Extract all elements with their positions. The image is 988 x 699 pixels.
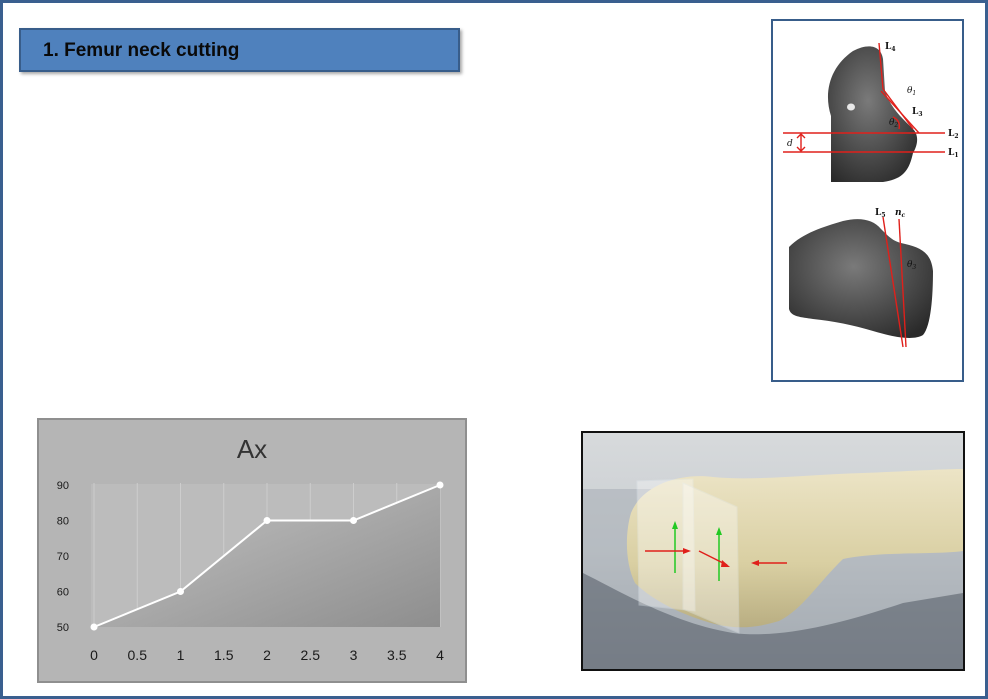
x-tick-label: 4 (436, 647, 444, 663)
label-nc: nc (895, 208, 906, 219)
slide-title: 1. Femur neck cutting (43, 40, 240, 61)
x-tick-label: 0 (90, 647, 98, 663)
label-L2: L2 (948, 129, 959, 140)
x-tick-label: 1.5 (214, 647, 234, 663)
femur-side-view (789, 219, 933, 338)
slide: 1. Femur neck cutting L4 θ1 L3 θ2 L2 d L… (0, 0, 988, 699)
label-theta1: θ1 (907, 86, 916, 97)
x-tick-label: 2.5 (301, 647, 321, 663)
data-point (350, 517, 357, 524)
femur-figure-panel: L4 θ1 L3 θ2 L2 d L1 L5 nc θ3 (771, 19, 964, 382)
femur-hole (847, 103, 855, 111)
label-L5: L5 (875, 208, 886, 219)
y-tick-label: 90 (57, 480, 69, 492)
label-d: d (787, 139, 793, 149)
x-tick-label: 1 (177, 647, 185, 663)
data-point (436, 481, 444, 489)
bone-cut-render (583, 433, 963, 669)
title-bar: 1. Femur neck cutting (19, 28, 460, 72)
data-point (177, 588, 184, 595)
y-tick-label: 60 (57, 587, 69, 599)
label-L4: L4 (885, 42, 896, 53)
data-point (263, 517, 271, 524)
x-tick-label: 3.5 (387, 647, 407, 663)
label-L1: L1 (948, 148, 959, 159)
y-tick-label: 80 (57, 516, 69, 528)
femur-top-view (827, 46, 918, 182)
chart-panel: 0 0.5 1 1.5 2 2.5 3 3.5 4 50 60 70 80 90 Ax (37, 418, 467, 683)
line-chart: 0 0.5 1 1.5 2 2.5 3 3.5 4 50 60 70 80 90 Ax (57, 434, 444, 663)
x-tick-label: 0.5 (128, 647, 148, 663)
x-tick-label: 3 (350, 647, 358, 663)
render-panel (581, 431, 965, 671)
y-tick-label: 50 (57, 622, 69, 634)
chart-title: Ax (237, 434, 267, 464)
data-point (90, 623, 98, 631)
cutting-plane-2 (682, 482, 740, 634)
y-tick-label: 70 (57, 551, 69, 563)
femur-diagram: L4 θ1 L3 θ2 L2 d L1 L5 nc θ3 (783, 42, 959, 348)
x-tick-label: 2 (263, 647, 271, 663)
label-L3: L3 (912, 107, 923, 118)
